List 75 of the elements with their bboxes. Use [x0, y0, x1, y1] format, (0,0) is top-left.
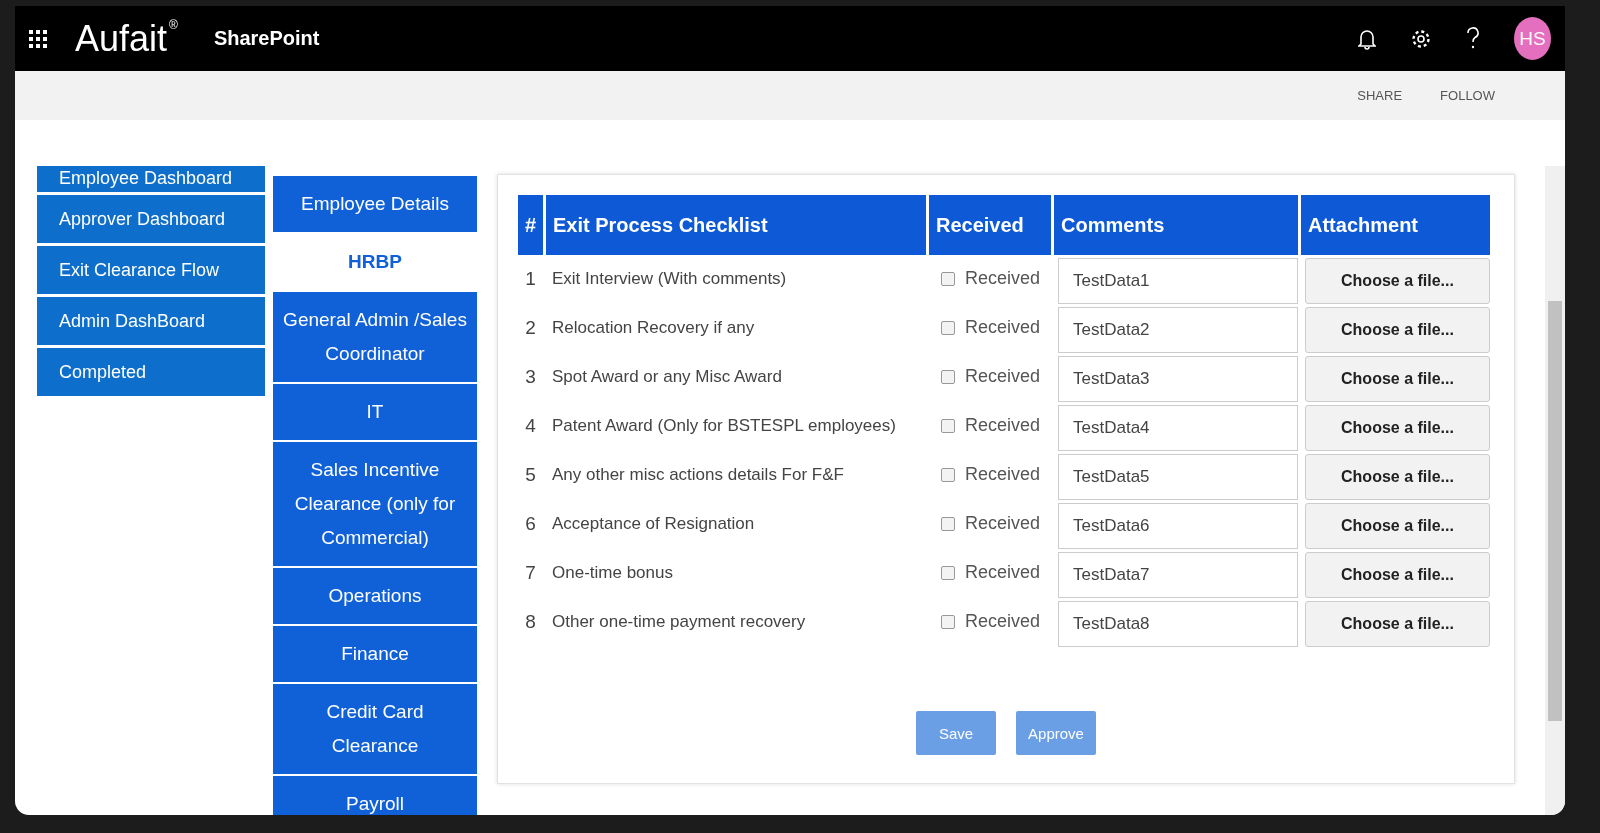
tab[interactable]: Payroll [273, 776, 477, 815]
checkbox-label[interactable]: Received [965, 464, 1041, 485]
nav-item[interactable]: Employee Dashboard [37, 166, 265, 192]
tab[interactable]: Employee Details [273, 176, 477, 234]
choose-file-button[interactable]: Choose a file... [1305, 552, 1490, 598]
checkbox-label[interactable]: Received [965, 415, 1041, 436]
nav-item[interactable]: Completed [37, 348, 265, 396]
comment-field[interactable]: TestData6 [1058, 503, 1298, 549]
checklist-item: Patent Award (Only for BSTESPL employees) [551, 414, 897, 437]
checklist-item: Spot Award or any Misc Award [551, 365, 783, 388]
received-checkbox[interactable] [941, 467, 955, 482]
received-checkbox[interactable] [941, 369, 955, 384]
nav-item[interactable]: Admin DashBoard [37, 297, 265, 345]
checkbox-label[interactable]: Received [965, 268, 1041, 289]
tab[interactable]: Finance [273, 626, 477, 684]
notification-icon[interactable] [1358, 27, 1376, 50]
checklist-item: Other one-time payment recovery [551, 610, 807, 633]
comment-field[interactable]: TestData1 [1058, 258, 1298, 304]
comment-field[interactable]: TestData4 [1058, 405, 1298, 451]
received-checkbox[interactable] [941, 565, 955, 580]
choose-file-button[interactable]: Choose a file... [1305, 454, 1490, 500]
checklist-item: One-time bonus [551, 561, 674, 584]
tab[interactable]: General Admin /Sales Coordinator [273, 292, 477, 384]
column-header: Exit Process Checklist [546, 195, 926, 255]
column-header: # [518, 195, 543, 255]
row-number: 1 [524, 266, 537, 291]
choose-file-button[interactable]: Choose a file... [1305, 307, 1490, 353]
received-checkbox[interactable] [941, 271, 955, 286]
scrollbar[interactable] [1545, 166, 1565, 815]
nav-item[interactable]: Approver Dashboard [37, 195, 265, 243]
checkbox-label[interactable]: Received [965, 366, 1041, 387]
app-name[interactable]: SharePoint [213, 27, 320, 50]
choose-file-button[interactable]: Choose a file... [1305, 601, 1490, 647]
help-icon[interactable] [1466, 26, 1480, 51]
choose-file-button[interactable]: Choose a file... [1305, 258, 1490, 304]
row-number: 5 [524, 462, 537, 487]
checklist-item: Exit Interview (With comments) [551, 267, 788, 290]
comment-field[interactable]: TestData7 [1058, 552, 1298, 598]
received-checkbox[interactable] [941, 320, 955, 335]
settings-icon[interactable] [1410, 27, 1432, 50]
checklist-item: Acceptance of Resignation [551, 512, 756, 535]
tab[interactable]: Operations [273, 568, 477, 626]
nav-item[interactable]: Exit Clearance Flow [37, 246, 265, 294]
checklist-item: Any other misc actions details For F&F [551, 463, 845, 486]
command-link[interactable]: FOLLOW [1440, 88, 1495, 103]
command-link[interactable]: SHARE [1357, 88, 1403, 103]
comment-field[interactable]: TestData3 [1058, 356, 1298, 402]
comment-field[interactable]: TestData8 [1058, 601, 1298, 647]
received-checkbox[interactable] [941, 516, 955, 531]
checkbox-label[interactable]: Received [965, 513, 1041, 534]
choose-file-button[interactable]: Choose a file... [1305, 405, 1490, 451]
row-number: 6 [524, 511, 537, 536]
row-number: 3 [524, 364, 537, 389]
comment-field[interactable]: TestData5 [1058, 454, 1298, 500]
row-number: 4 [524, 413, 537, 438]
column-header: Comments [1054, 195, 1298, 255]
choose-file-button[interactable]: Choose a file... [1305, 356, 1490, 402]
received-checkbox[interactable] [941, 614, 955, 629]
comment-field[interactable]: TestData2 [1058, 307, 1298, 353]
app-launcher-icon[interactable] [29, 29, 47, 48]
row-number: 8 [524, 609, 537, 634]
checkbox-label[interactable]: Received [965, 317, 1041, 338]
choose-file-button[interactable]: Choose a file... [1305, 503, 1490, 549]
tab[interactable]: IT [273, 384, 477, 442]
row-number: 7 [524, 560, 537, 585]
tab[interactable]: Sales Incentive Clearance (only for Commercial) [273, 442, 477, 568]
column-header: Received [929, 195, 1051, 255]
row-number: 2 [524, 315, 537, 340]
received-checkbox[interactable] [941, 418, 955, 433]
brand-logo[interactable]: Aufait$^{®}$ [75, 17, 178, 60]
checklist-item: Relocation Recovery if any [551, 316, 756, 339]
column-header: Attachment [1301, 195, 1490, 255]
checkbox-label[interactable]: Received [965, 611, 1041, 632]
tab[interactable]: Credit Card Clearance [273, 684, 477, 776]
checkbox-label[interactable]: Received [965, 562, 1041, 583]
